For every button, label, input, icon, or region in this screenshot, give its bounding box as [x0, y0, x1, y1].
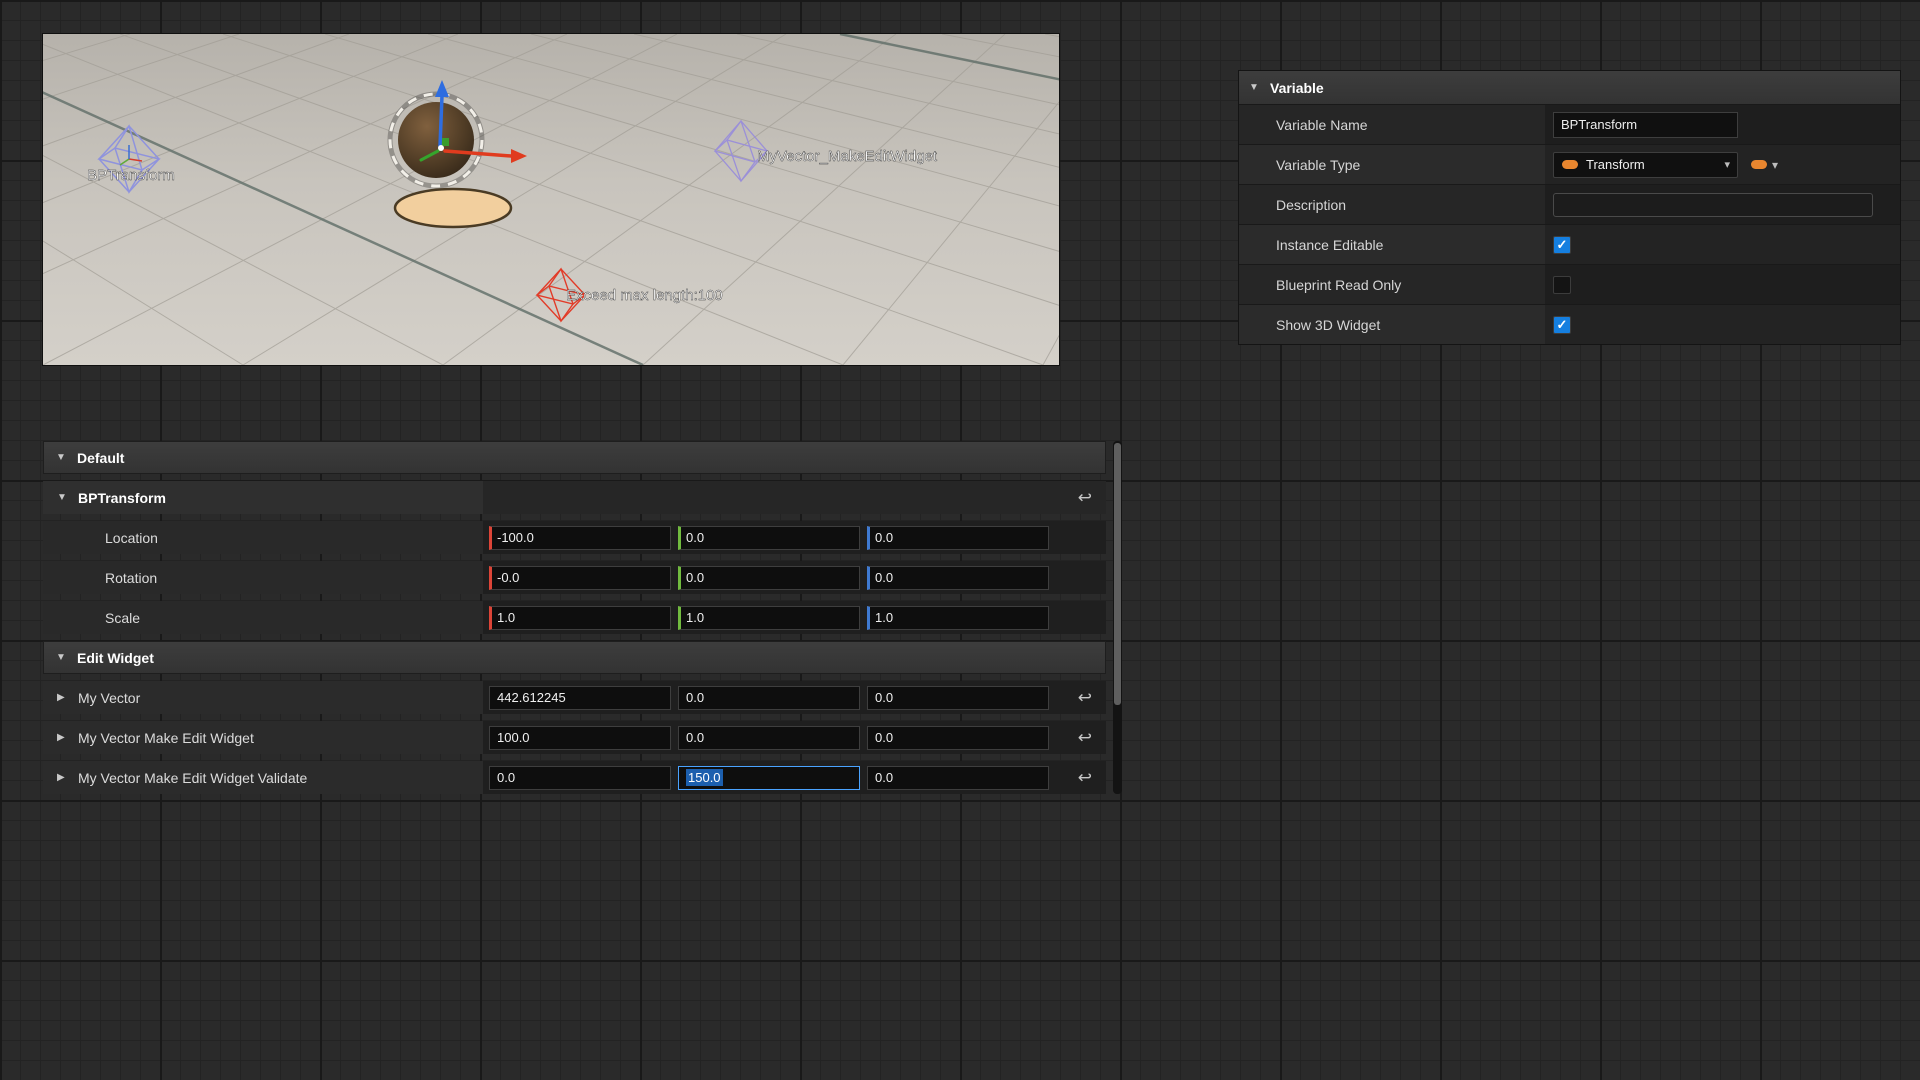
selected-text: 150.0: [686, 769, 723, 786]
show-3d-widget-label: Show 3D Widget: [1276, 317, 1380, 333]
expand-arrow-icon: ▼: [56, 652, 68, 663]
check-icon: ✓: [1557, 317, 1568, 333]
variable-type-dropdown[interactable]: Transform ▾: [1553, 152, 1738, 178]
details-scrollbar-track[interactable]: [1113, 441, 1122, 794]
property-bptransform[interactable]: ▼ BPTransform: [43, 481, 483, 514]
collapsed-arrow-icon: ▶: [57, 772, 69, 783]
chevron-down-icon: ▾: [1724, 158, 1730, 171]
variable-name-row: Variable Name: [1239, 104, 1900, 144]
property-my-vector-make-edit-widget[interactable]: ▶ My Vector Make Edit Widget: [43, 721, 483, 754]
my-vector-x-field[interactable]: 442.612245: [489, 686, 671, 710]
property-my-vector-make-edit-widget-label: My Vector Make Edit Widget: [78, 730, 254, 746]
blueprint-read-only-checkbox[interactable]: ✓: [1553, 276, 1571, 294]
blueprint-read-only-row: Blueprint Read Only ✓: [1239, 264, 1900, 304]
reset-to-default-button[interactable]: ↩: [1078, 689, 1092, 706]
instance-editable-label: Instance Editable: [1276, 237, 1383, 253]
container-type-pill-icon: [1751, 160, 1767, 169]
variable-section-header[interactable]: ▼ Variable: [1239, 71, 1900, 104]
property-my-vector[interactable]: ▶ My Vector: [43, 681, 483, 714]
mvmewv-y-field[interactable]: 150.0: [678, 766, 860, 790]
variable-type-row: Variable Type Transform ▾ ▾: [1239, 144, 1900, 184]
scale-y-field[interactable]: 1.0: [678, 606, 860, 630]
instance-editable-row: Instance Editable ✓: [1239, 224, 1900, 264]
instance-editable-checkbox[interactable]: ✓: [1553, 236, 1571, 254]
property-my-vector-make-edit-widget-validate[interactable]: ▶ My Vector Make Edit Widget Validate: [43, 761, 483, 794]
show-3d-widget-row: Show 3D Widget ✓: [1239, 304, 1900, 344]
rotation-x-field[interactable]: -0.0: [489, 566, 671, 590]
check-icon: ✓: [1557, 237, 1568, 253]
label-exceed-max: Exceed max length:100: [566, 287, 723, 304]
rotation-z-field[interactable]: 0.0: [867, 566, 1049, 590]
property-bptransform-label: BPTransform: [78, 490, 166, 506]
category-default-label: Default: [77, 450, 124, 466]
property-my-vector-label: My Vector: [78, 690, 140, 706]
container-type-dropdown[interactable]: ▾: [1751, 158, 1778, 172]
show-3d-widget-checkbox[interactable]: ✓: [1553, 316, 1571, 334]
reset-to-default-button[interactable]: ↩: [1078, 769, 1092, 786]
details-scrollbar-thumb[interactable]: [1114, 443, 1121, 705]
collapsed-arrow-icon: ▶: [57, 732, 69, 743]
property-rotation-label: Rotation: [105, 570, 157, 586]
my-vector-y-field[interactable]: 0.0: [678, 686, 860, 710]
variable-name-label: Variable Name: [1276, 117, 1368, 133]
description-label: Description: [1276, 197, 1346, 213]
mvmew-x-field[interactable]: 100.0: [489, 726, 671, 750]
viewport-render: BPTransform MyVector_MakeEditWidget: [43, 34, 1059, 365]
category-edit-widget[interactable]: ▼ Edit Widget: [43, 641, 1106, 674]
variable-type-value: Transform: [1586, 157, 1724, 172]
location-z-field[interactable]: 0.0: [867, 526, 1049, 550]
expand-arrow-icon: ▼: [57, 492, 69, 503]
property-my-vector-make-edit-widget-validate-label: My Vector Make Edit Widget Validate: [78, 770, 307, 786]
expand-arrow-icon: ▼: [56, 452, 68, 463]
mvmewv-z-field[interactable]: 0.0: [867, 766, 1049, 790]
location-y-field[interactable]: 0.0: [678, 526, 860, 550]
label-bptransform: BPTransform: [87, 167, 175, 184]
scale-x-field[interactable]: 1.0: [489, 606, 671, 630]
transform-type-pill-icon: [1562, 160, 1578, 169]
viewport-3d[interactable]: BPTransform MyVector_MakeEditWidget: [43, 34, 1059, 365]
viewport-floor: [43, 34, 1059, 365]
reset-to-default-button[interactable]: ↩: [1078, 489, 1092, 506]
variable-name-input[interactable]: [1553, 112, 1738, 138]
expand-arrow-icon: ▼: [1249, 82, 1261, 93]
scale-z-field[interactable]: 1.0: [867, 606, 1049, 630]
variable-type-label: Variable Type: [1276, 157, 1360, 173]
rotation-y-field[interactable]: 0.0: [678, 566, 860, 590]
description-input[interactable]: [1553, 193, 1873, 217]
description-row: Description: [1239, 184, 1900, 224]
mvmew-y-field[interactable]: 0.0: [678, 726, 860, 750]
chevron-down-icon: ▾: [1772, 158, 1778, 172]
collapsed-arrow-icon: ▶: [57, 692, 69, 703]
mvmew-z-field[interactable]: 0.0: [867, 726, 1049, 750]
details-panel: ▼ Default ▼ BPTransform ↩ Location -100.…: [43, 441, 1106, 801]
blueprint-read-only-label: Blueprint Read Only: [1276, 277, 1401, 293]
property-location-label: Location: [105, 530, 158, 546]
property-scale-label: Scale: [105, 610, 140, 626]
category-edit-widget-label: Edit Widget: [77, 650, 154, 666]
mvmewv-x-field[interactable]: 0.0: [489, 766, 671, 790]
category-default[interactable]: ▼ Default: [43, 441, 1106, 474]
location-x-field[interactable]: -100.0: [489, 526, 671, 550]
variable-panel: ▼ Variable Variable Name Variable Type T…: [1239, 71, 1900, 344]
reset-to-default-button[interactable]: ↩: [1078, 729, 1092, 746]
my-vector-z-field[interactable]: 0.0: [867, 686, 1049, 710]
variable-section-label: Variable: [1270, 80, 1324, 96]
label-my-vector-make-edit: MyVector_MakeEditWidget: [757, 148, 938, 165]
